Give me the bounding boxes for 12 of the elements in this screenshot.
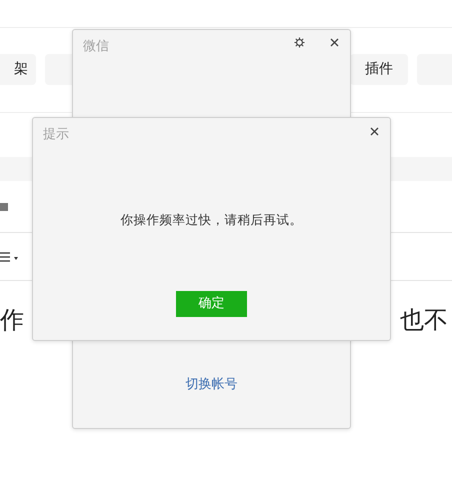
dialog-message: 你操作频率过快，请稍后再试。 (120, 211, 304, 229)
headline-text: 也不 (400, 306, 448, 335)
list-icon[interactable] (0, 252, 18, 262)
switch-account-link[interactable]: 切换帐号 (186, 377, 238, 392)
window-title: 微信 (83, 38, 109, 56)
tag-chip[interactable]: 插件 (350, 54, 408, 85)
close-icon[interactable] (370, 127, 379, 136)
tag-chip[interactable]: 架 (0, 54, 36, 85)
dialog-title: 提示 (43, 126, 69, 144)
headline-text: 作 (0, 306, 24, 335)
settings-icon[interactable] (294, 37, 305, 48)
close-icon[interactable] (330, 38, 339, 47)
